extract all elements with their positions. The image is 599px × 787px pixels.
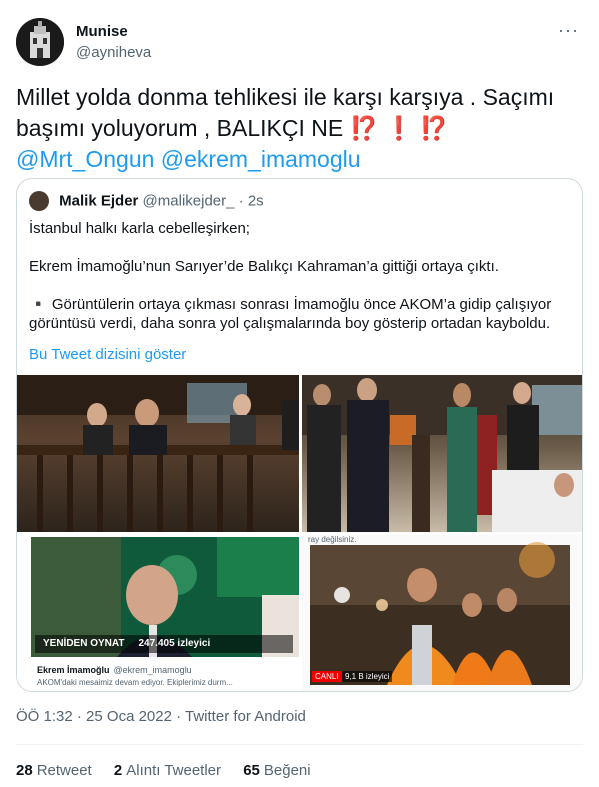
- retweets-count: 28: [16, 762, 33, 779]
- quoted-avatar: [29, 191, 49, 211]
- tweet-stats: 28 Retweet 2 Alıntı Tweetler 65 Beğeni: [16, 762, 329, 779]
- tweet-source: Twitter for Android: [185, 708, 306, 725]
- tweet-date[interactable]: 25 Oca 2022: [86, 708, 172, 725]
- avatar-image: [16, 18, 64, 66]
- quoted-paragraph: Ekrem İmamoğlu’nun Sarıyer’de Balıkçı Ka…: [29, 258, 499, 275]
- tweet-time[interactable]: ÖÖ 1:32: [16, 708, 73, 725]
- likes-stat[interactable]: 65 Beğeni: [243, 762, 310, 779]
- embedded-tweet-snippet: AKOM'daki mesaimiz devam ediyor. Ekipler…: [37, 678, 233, 687]
- viewers-count: 247.405 izleyici: [138, 638, 211, 649]
- live-video-thumbnail: [310, 542, 570, 685]
- video-top-text: ray değilsiniz.: [308, 535, 357, 544]
- media-grid: YENİDEN OYNAT 247.405 izleyici Ekrem İmam…: [17, 375, 582, 691]
- quote-tweets-stat[interactable]: 2 Alıntı Tweetler: [114, 762, 221, 779]
- live-viewers: 9,1 B izleyici: [342, 671, 393, 682]
- restaurant-photo: [302, 375, 582, 532]
- likes-count: 65: [243, 762, 260, 779]
- quoted-time: · 2s: [238, 192, 264, 210]
- quoted-tweet-body: İstanbul halkı karla cebelleşirken; Ekre…: [29, 219, 569, 364]
- quoted-tweet[interactable]: Malik Ejder @malikejder_ · 2s İstanbul h…: [16, 178, 583, 692]
- more-options-icon[interactable]: ···: [558, 20, 579, 41]
- avatar[interactable]: [16, 18, 64, 66]
- media-photo[interactable]: [302, 375, 582, 532]
- quoted-paragraph: İstanbul halkı karla cebelleşirken;: [29, 220, 250, 237]
- media-embedded-video[interactable]: YENİDEN OYNAT 247.405 izleyici Ekrem İmam…: [17, 535, 299, 691]
- restaurant-photo: [17, 375, 299, 532]
- exclamation-emoji: ⁉️ ❗ ⁉️: [349, 115, 449, 141]
- tweet-body: Millet yolda donma tehlikesi ile karşı k…: [16, 84, 555, 141]
- author-name[interactable]: Munise: [76, 23, 128, 40]
- quoted-paragraph: ▪️ Görüntülerin ortaya çıkması sonrası İ…: [29, 296, 552, 332]
- tweet-meta: ÖÖ 1:32 · 25 Oca 2022 · Twitter for Andr…: [16, 708, 306, 725]
- embedded-author-handle: @ekrem_imamoglu: [113, 665, 192, 675]
- live-badge: CANLI: [312, 671, 342, 682]
- replay-label[interactable]: YENİDEN OYNAT: [43, 638, 125, 649]
- tweet-text: Millet yolda donma tehlikesi ile karşı k…: [16, 82, 583, 175]
- quoted-author-handle: @malikejder_: [142, 192, 235, 210]
- divider: [16, 744, 583, 745]
- quotes-label: Alıntı Tweetler: [126, 762, 222, 779]
- quoted-author-name: Malik Ejder: [59, 192, 139, 210]
- retweets-stat[interactable]: 28 Retweet: [16, 762, 92, 779]
- video-replay-bar[interactable]: YENİDEN OYNAT 247.405 izleyici: [35, 635, 293, 653]
- media-live-video[interactable]: ray değilsiniz. CANLI 9,1 B izleyici: [302, 535, 582, 691]
- likes-label: Beğeni: [263, 762, 311, 779]
- embedded-author-name: Ekrem İmamoğlu: [37, 665, 110, 675]
- author-handle[interactable]: @ayniheva: [76, 44, 151, 61]
- quotes-count: 2: [113, 762, 123, 779]
- mention-link[interactable]: @Mrt_Ongun: [16, 146, 154, 172]
- quoted-tweet-header: Malik Ejder @malikejder_ · 2s: [29, 191, 264, 211]
- retweets-label: Retweet: [36, 762, 92, 779]
- mention-link[interactable]: @ekrem_imamoglu: [161, 146, 361, 172]
- tweet-header: Munise @ayniheva ···: [16, 14, 583, 66]
- media-photo[interactable]: [17, 375, 299, 532]
- embedded-author: Ekrem İmamoğlu @ekrem_imamoglu: [37, 665, 192, 675]
- show-thread-link[interactable]: Bu Tweet dizisini göster: [29, 345, 569, 364]
